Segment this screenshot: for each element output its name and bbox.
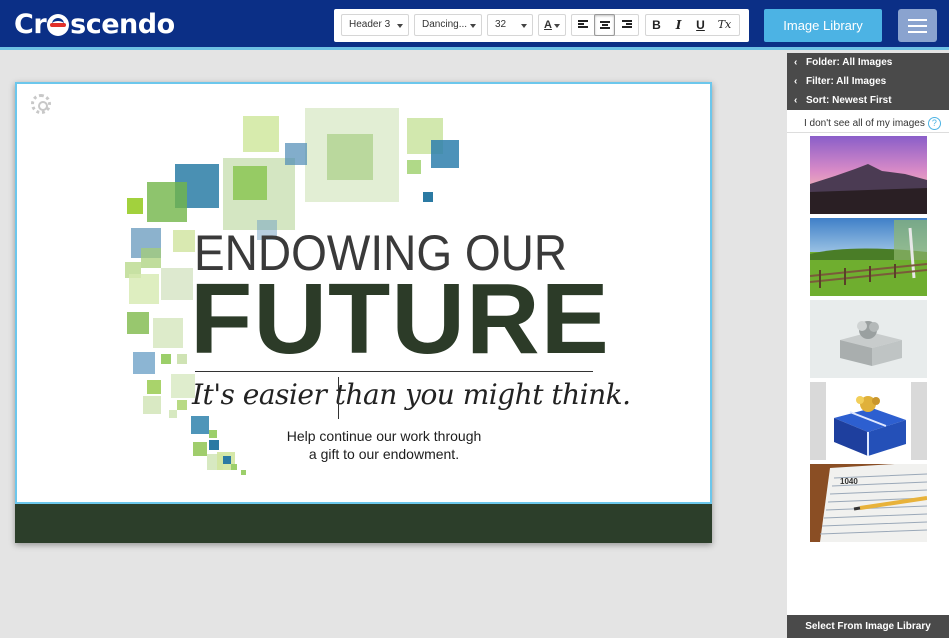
logo-mark-icon bbox=[47, 14, 70, 36]
bold-button[interactable]: B bbox=[646, 14, 667, 36]
divider-line bbox=[195, 371, 593, 372]
font-color-icon: A bbox=[544, 19, 552, 31]
meadow-fence-picture bbox=[810, 218, 927, 296]
tax-form-picture: 1040 bbox=[810, 464, 927, 542]
mountain-sunset-image[interactable] bbox=[810, 136, 927, 214]
font-family-select[interactable]: Dancing... bbox=[414, 14, 482, 36]
blue-gift-box-picture bbox=[810, 382, 927, 460]
heading-future[interactable]: FUTURE bbox=[190, 262, 610, 377]
align-right-icon bbox=[621, 20, 632, 29]
align-right-button[interactable] bbox=[616, 14, 637, 36]
folder-filter[interactable]: ‹ Folder: All Images bbox=[787, 53, 949, 72]
chevron-down-icon bbox=[470, 24, 476, 28]
font-size-value: 32 bbox=[495, 19, 507, 30]
font-color-button[interactable]: A bbox=[538, 14, 566, 36]
paragraph-style-value: Header 3 bbox=[349, 19, 391, 30]
tagline-text[interactable]: It's easier than you might think. bbox=[192, 378, 631, 411]
chevron-left-icon: ‹ bbox=[794, 76, 798, 87]
filter-label: Filter: All Images bbox=[806, 76, 887, 87]
help-icon[interactable]: ? bbox=[927, 117, 941, 130]
font-size-select[interactable]: 32 bbox=[487, 14, 533, 36]
hamburger-menu-button[interactable] bbox=[898, 9, 937, 42]
text-cursor bbox=[338, 377, 339, 419]
chevron-down-icon bbox=[521, 24, 527, 28]
clear-format-button[interactable]: Tx bbox=[714, 14, 735, 36]
design-card: ENDOWING OUR FUTURE It's easier than you… bbox=[15, 82, 712, 543]
help-text: I don't see all of my images bbox=[804, 118, 925, 129]
silver-gift-box-image[interactable] bbox=[810, 300, 927, 378]
image-filter[interactable]: ‹ Filter: All Images bbox=[787, 72, 949, 91]
align-center-icon bbox=[599, 21, 610, 30]
chevron-down-icon bbox=[397, 24, 403, 28]
hamburger-icon-line bbox=[908, 31, 927, 33]
italic-button[interactable]: I bbox=[668, 14, 689, 36]
top-bar: Cr scendo Header 3 Dancing... 32 A B I U … bbox=[0, 0, 949, 50]
select-from-library-button[interactable]: Select From Image Library bbox=[787, 615, 949, 638]
meadow-fence-image[interactable] bbox=[810, 218, 927, 296]
image-library-sidebar: ‹ Folder: All Images ‹ Filter: All Images … bbox=[787, 53, 949, 638]
sort-filter[interactable]: ‹ Sort: Newest First bbox=[787, 91, 949, 110]
align-center-button[interactable] bbox=[594, 14, 615, 36]
paragraph-style-select[interactable]: Header 3 bbox=[341, 14, 409, 36]
crescendo-logo[interactable]: Cr scendo bbox=[14, 9, 175, 40]
align-left-button[interactable] bbox=[572, 14, 593, 36]
folder-label: Folder: All Images bbox=[806, 57, 893, 68]
editable-content-area[interactable]: ENDOWING OUR FUTURE It's easier than you… bbox=[15, 82, 712, 504]
image-library-button[interactable]: Image Library bbox=[764, 9, 882, 42]
chevron-down-icon bbox=[554, 24, 560, 28]
body-text-line-2[interactable]: a gift to our endowment. bbox=[184, 446, 584, 462]
card-footer-bar bbox=[15, 504, 712, 543]
svg-text:1040: 1040 bbox=[840, 477, 858, 486]
silver-gift-box-picture bbox=[810, 300, 927, 378]
underline-button[interactable]: U bbox=[690, 14, 711, 36]
sort-label: Sort: Newest First bbox=[806, 95, 892, 106]
logo-text-right: scendo bbox=[70, 9, 175, 40]
missing-images-help[interactable]: I don't see all of my images? bbox=[787, 113, 949, 133]
tax-form-image[interactable]: 1040 bbox=[810, 464, 927, 542]
chevron-left-icon: ‹ bbox=[794, 95, 798, 106]
mountain-sunset-picture bbox=[810, 136, 927, 214]
hamburger-icon-line bbox=[908, 25, 927, 27]
blue-gift-box-image[interactable] bbox=[810, 382, 927, 460]
gear-icon[interactable] bbox=[31, 94, 51, 114]
hamburger-icon bbox=[908, 19, 927, 21]
logo-text-left: Cr bbox=[14, 9, 47, 40]
chevron-left-icon: ‹ bbox=[794, 57, 798, 68]
font-family-value: Dancing... bbox=[422, 19, 468, 30]
align-left-icon bbox=[577, 20, 588, 29]
rich-text-toolbar: Header 3 Dancing... 32 A B I U Tx bbox=[334, 9, 749, 42]
body-text-line-1[interactable]: Help continue our work through bbox=[184, 428, 584, 444]
